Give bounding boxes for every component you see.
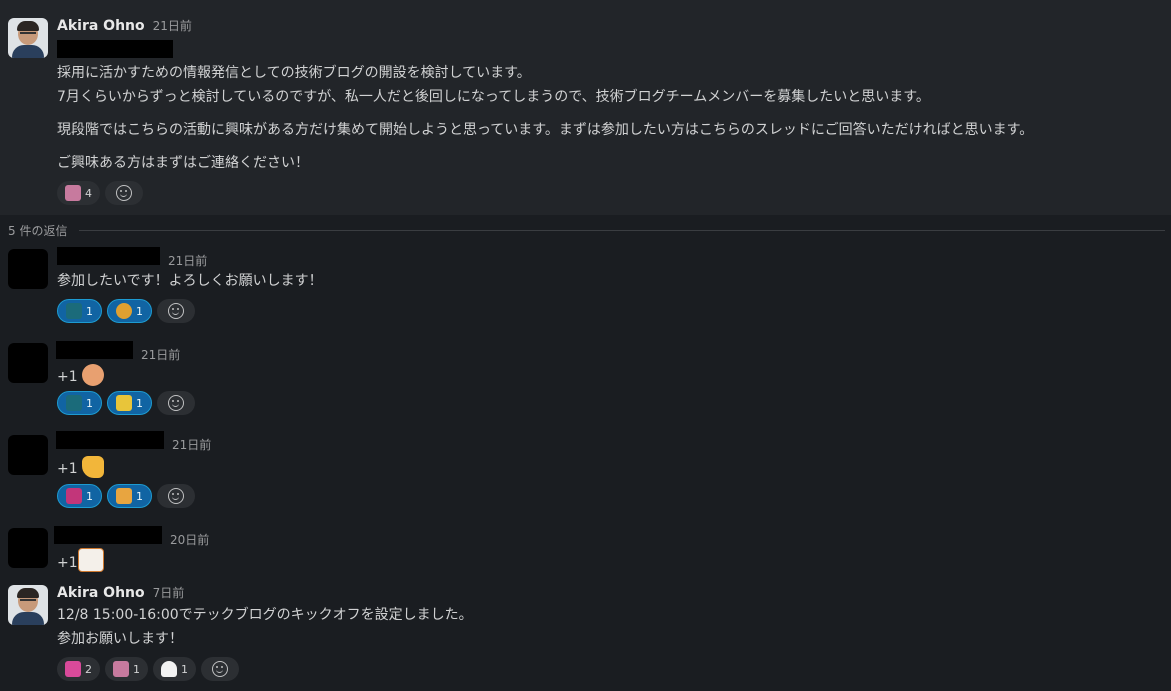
- reaction-party[interactable]: 4: [57, 181, 100, 205]
- reaction-onigiri[interactable]: 1: [153, 657, 196, 681]
- reply-count: 5 件の返信: [8, 223, 68, 238]
- message-line: 参加お願いします！: [57, 631, 183, 647]
- party-icon: [65, 185, 81, 201]
- add-reaction-button[interactable]: [105, 181, 143, 205]
- parent-message: Akira Ohno 21日前 採用に活かすための情報発信としての技術ブログの開…: [0, 0, 1171, 215]
- reaction-count: 1: [136, 489, 143, 503]
- avatar[interactable]: [8, 18, 48, 58]
- reaction-sparkles[interactable]: 1: [107, 391, 152, 415]
- avatar[interactable]: [8, 249, 48, 289]
- sparkles-icon: [116, 395, 132, 411]
- grid-icon: [66, 303, 82, 319]
- reaction-count: 1: [86, 304, 93, 318]
- add-emoji-icon: [168, 488, 184, 504]
- party-icon: [113, 661, 129, 677]
- author-name[interactable]: Akira Ohno: [57, 18, 145, 34]
- onigiri-icon: [161, 661, 177, 677]
- message-line: 現段階ではこちらの活動に興味がある方だけ集めて開始しようと思っています。まずは参…: [57, 122, 1034, 138]
- reaction-grid[interactable]: 1: [57, 299, 102, 323]
- reaction-count: 1: [136, 396, 143, 410]
- message-text-value: +1: [57, 555, 78, 571]
- timestamp[interactable]: 21日前: [172, 436, 211, 453]
- redacted-author: [56, 431, 164, 449]
- avatar[interactable]: [8, 343, 48, 383]
- avatar[interactable]: [8, 585, 48, 625]
- message-text: +1: [57, 456, 105, 481]
- cat-sticker-icon: [77, 548, 104, 572]
- message-text: +1: [57, 548, 104, 575]
- add-emoji-icon: [168, 395, 184, 411]
- ryokai-desu-icon: [65, 661, 81, 677]
- redacted-author: [54, 526, 162, 544]
- reaction-party[interactable]: 1: [105, 657, 148, 681]
- message-line: 7月くらいからずっと検討しているのですが、私一人だと後回しになってしまうので、技…: [57, 89, 930, 105]
- add-reaction-button[interactable]: [201, 657, 239, 681]
- timestamp[interactable]: 21日前: [153, 17, 192, 34]
- message-text: 参加したいです！よろしくお願いします！: [57, 273, 323, 289]
- message-line: 12/8 15:00-16:00でテックブログのキックオフを設定しました。: [57, 607, 473, 623]
- message-line: 採用に活かすための情報発信としての技術ブログの開設を検討しています。: [57, 65, 531, 81]
- timestamp[interactable]: 21日前: [141, 346, 180, 363]
- add-emoji-icon: [116, 185, 132, 201]
- reaction-count: 2: [85, 662, 92, 676]
- message-text: +1: [57, 364, 105, 389]
- redacted-mention: [57, 40, 173, 58]
- reaction-ryokai-desu[interactable]: 2: [57, 657, 100, 681]
- add-emoji-icon: [212, 661, 228, 677]
- reaction-count: 1: [86, 396, 93, 410]
- add-reaction-button[interactable]: [157, 299, 195, 323]
- raising-hand-icon: [82, 364, 105, 386]
- crying-face-icon: [116, 303, 132, 319]
- reaction-count: 4: [85, 186, 92, 200]
- add-emoji-icon: [168, 303, 184, 319]
- avatar[interactable]: [8, 528, 48, 568]
- timestamp[interactable]: 7日前: [153, 584, 185, 601]
- add-reaction-button[interactable]: [157, 391, 195, 415]
- timestamp[interactable]: 20日前: [170, 531, 209, 548]
- message-text-value: +1: [57, 461, 78, 477]
- reaction-grid[interactable]: 1: [57, 391, 102, 415]
- avatar[interactable]: [8, 435, 48, 475]
- thread-divider: 5 件の返信: [0, 220, 1171, 240]
- thumbs-up-icon: [82, 456, 105, 478]
- add-reaction-button[interactable]: [157, 484, 195, 508]
- reaction-rock-hand[interactable]: 1: [107, 484, 152, 508]
- rock-hand-icon: [116, 488, 132, 504]
- timestamp[interactable]: 21日前: [168, 252, 207, 269]
- redacted-author: [56, 341, 133, 359]
- grid-icon: [66, 395, 82, 411]
- pink-badge-icon: [66, 488, 82, 504]
- author-name[interactable]: Akira Ohno: [57, 585, 145, 601]
- message-text-value: +1: [57, 369, 78, 385]
- reaction-count: 1: [181, 662, 188, 676]
- reaction-count: 1: [136, 304, 143, 318]
- message-line: ご興味ある方はまずはご連絡ください！: [57, 155, 309, 171]
- reaction-crying-face[interactable]: 1: [107, 299, 152, 323]
- reaction-count: 1: [133, 662, 140, 676]
- reaction-pink-badge[interactable]: 1: [57, 484, 102, 508]
- reaction-count: 1: [86, 489, 93, 503]
- redacted-author: [57, 247, 160, 265]
